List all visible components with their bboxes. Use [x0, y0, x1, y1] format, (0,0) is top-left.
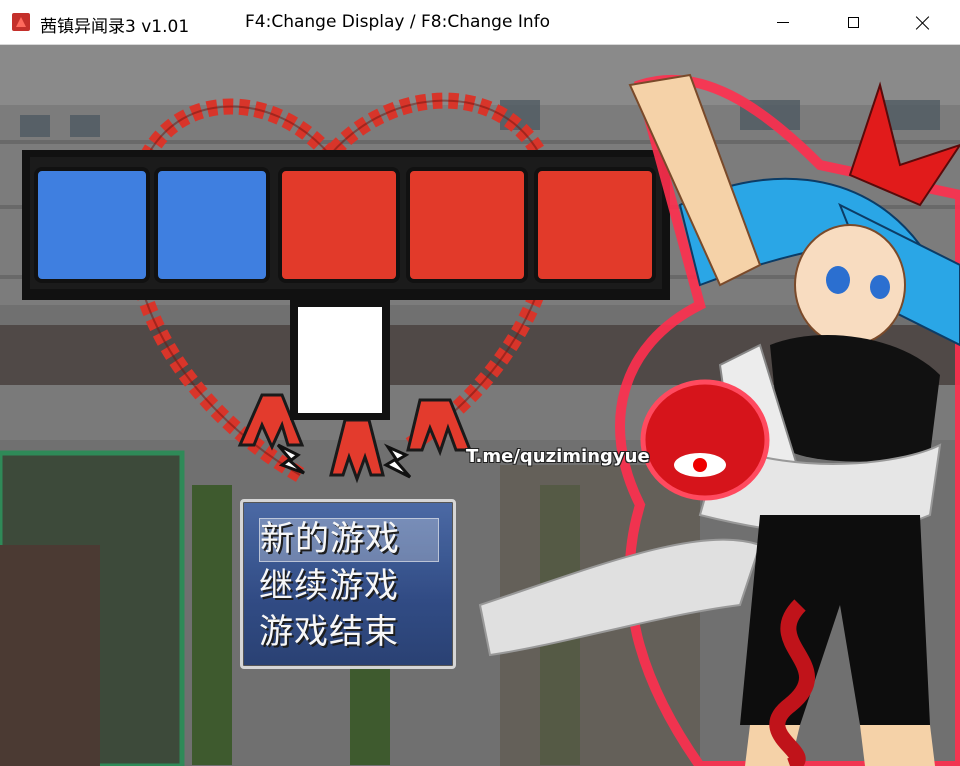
minimize-button[interactable]: [760, 0, 806, 45]
title-menu: 新的游戏 继续游戏 游戏结束: [240, 499, 456, 669]
minimize-icon: [777, 22, 789, 23]
app-icon: [12, 13, 30, 31]
close-button[interactable]: [900, 0, 946, 45]
menu-item-exit[interactable]: 游戏结束: [259, 610, 439, 654]
title-screen-art: [0, 45, 960, 766]
maximize-button[interactable]: [830, 0, 876, 45]
window-title: 茜镇异闻录3 v1.01: [40, 17, 190, 37]
maximize-icon: [847, 17, 859, 28]
credit-text: T.me/quzimingyue: [466, 446, 650, 467]
close-icon: [916, 16, 930, 30]
game-viewport[interactable]: T.me/quzimingyue 新的游戏 继续游戏 游戏结束: [0, 45, 960, 766]
window-titlebar[interactable]: 茜镇异闻录3 v1.01 F4:Change Display / F8:Chan…: [0, 0, 960, 45]
menu-item-continue[interactable]: 继续游戏: [259, 564, 439, 608]
menu-item-new-game[interactable]: 新的游戏: [259, 518, 439, 562]
window-key-hint: F4:Change Display / F8:Change Info: [245, 12, 550, 32]
